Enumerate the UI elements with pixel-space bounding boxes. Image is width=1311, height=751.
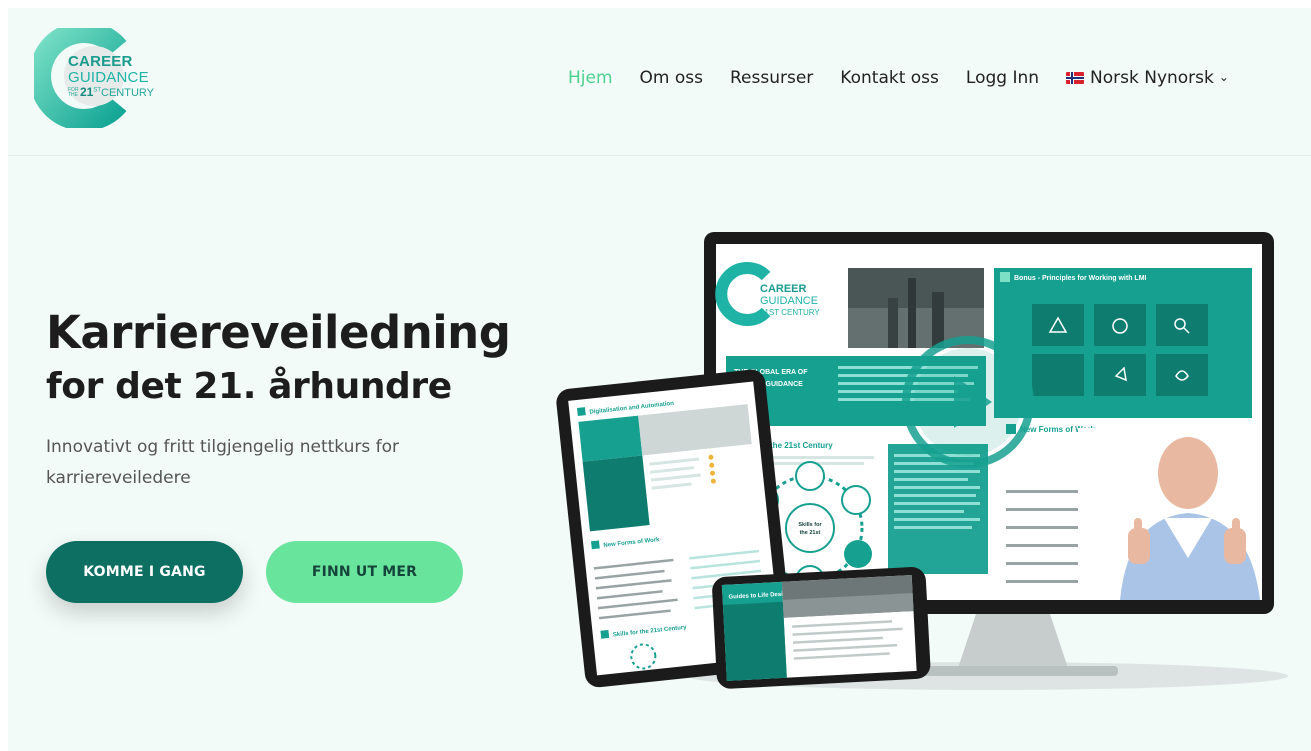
- logo-st: ST: [93, 87, 102, 94]
- site-header: CAREER GUIDANCE FOR THE 21STCENTURY Hjem …: [8, 8, 1311, 156]
- logo-line-guidance: GUIDANCE: [68, 69, 149, 86]
- phone: Guides to Life Design: [712, 567, 931, 689]
- svg-text:Skills for: Skills for: [798, 522, 822, 528]
- logo-wordmark: CAREER GUIDANCE FOR THE 21STCENTURY: [68, 54, 154, 99]
- nav-item-logg-inn[interactable]: Logg Inn: [966, 68, 1039, 88]
- language-selector[interactable]: Norsk Nynorsk ⌄: [1066, 68, 1229, 88]
- page: CAREER GUIDANCE FOR THE 21STCENTURY Hjem …: [8, 8, 1311, 751]
- site-logo[interactable]: CAREER GUIDANCE FOR THE 21STCENTURY: [34, 28, 174, 128]
- hero-title-line2: for det 21. århundre: [46, 366, 452, 407]
- logo-line-career: CAREER: [68, 53, 133, 70]
- monitor-panel-title: Bonus - Principles for Working with LMI: [1014, 275, 1147, 282]
- presenter-image: [1078, 428, 1262, 600]
- svg-text:21ST CENTURY: 21ST CENTURY: [760, 308, 820, 317]
- nav-item-om-oss[interactable]: Om oss: [640, 68, 703, 88]
- devices-illustration: CAREER GUIDANCE 21ST CENTURY THE GLOBAL …: [556, 232, 1288, 690]
- svg-text:the 21st: the 21st: [800, 530, 821, 536]
- language-label: Norsk Nynorsk: [1090, 68, 1214, 88]
- logo-21: 21: [80, 85, 94, 99]
- nav-item-hjem[interactable]: Hjem: [568, 68, 613, 88]
- svg-text:GUIDANCE: GUIDANCE: [760, 295, 818, 307]
- get-started-button[interactable]: KOMME I GANG: [46, 541, 243, 603]
- hero-title-line1: Karriereveiledning: [46, 306, 511, 359]
- nav-item-kontakt-oss[interactable]: Kontakt oss: [840, 68, 939, 88]
- hero-subtitle: Innovativt og fritt tilgjengelig nettkur…: [46, 437, 400, 488]
- logo-line-century: FOR THE 21STCENTURY: [68, 86, 154, 99]
- main-nav: Hjem Om oss Ressurser Kontakt oss Logg I…: [568, 66, 1229, 90]
- logo-century: CENTURY: [101, 87, 155, 99]
- logo-for-the: FOR THE: [68, 87, 79, 99]
- video-play-button[interactable]: [902, 336, 1034, 468]
- norway-flag-icon: [1066, 72, 1085, 84]
- svg-text:CAREER: CAREER: [760, 283, 807, 295]
- nav-item-ressurser[interactable]: Ressurser: [730, 68, 813, 88]
- chevron-down-icon: ⌄: [1218, 70, 1229, 84]
- learn-more-button[interactable]: FINN UT MER: [266, 541, 463, 603]
- monitor: CAREER GUIDANCE 21ST CENTURY THE GLOBAL …: [704, 232, 1274, 614]
